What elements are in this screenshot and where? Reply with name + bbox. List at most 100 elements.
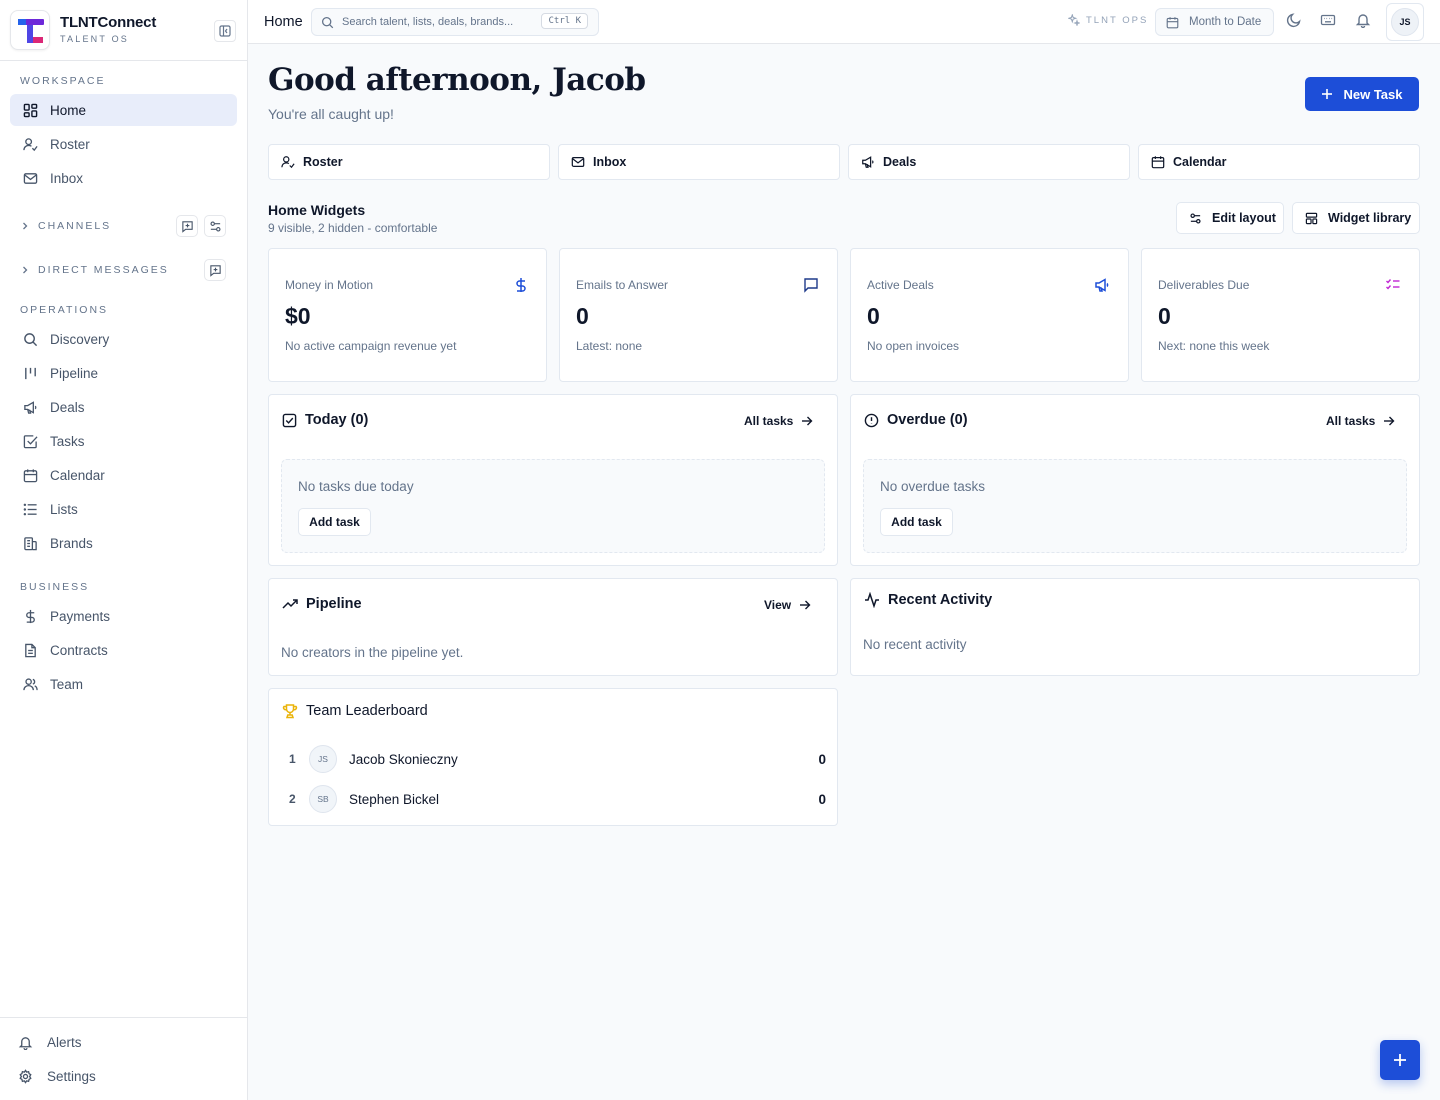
widget-library-label: Widget library <box>1328 211 1412 225</box>
list-icon <box>10 502 50 517</box>
overdue-tasks-widget: Overdue (0) All tasks No overdue tasks A… <box>850 394 1420 566</box>
brand-header: TLNTConnect TALENT OS <box>0 0 247 61</box>
sidebar-item-home[interactable]: Home <box>10 94 237 126</box>
quick-link-inbox[interactable]: Inbox <box>558 144 840 180</box>
add-task-button[interactable]: Add task <box>298 508 371 536</box>
search-input[interactable] <box>342 16 542 28</box>
recent-activity-title: Recent Activity <box>888 592 993 608</box>
calendar-icon <box>1151 156 1165 169</box>
recent-activity-header: Recent Activity <box>864 592 992 608</box>
sidebar-item-label: Deals <box>50 399 85 415</box>
stat-value: 0 <box>1158 303 1171 329</box>
sidebar-item-label: Home <box>50 102 87 118</box>
sidebar-item-label: Calendar <box>50 467 105 483</box>
edit-layout-label: Edit layout <box>1212 211 1276 225</box>
overdue-tasks-header: Overdue (0) <box>864 412 968 428</box>
stat-card-active-deals[interactable]: Active Deals 0 No open invoices <box>850 248 1129 382</box>
add-task-button[interactable]: Add task <box>880 508 953 536</box>
checkbox-icon <box>282 413 297 427</box>
global-search[interactable]: Ctrl K <box>311 8 599 36</box>
widget-library-button[interactable]: Widget library <box>1292 202 1420 234</box>
app-name: TLNTConnect <box>60 14 157 31</box>
sidebar-item-pipeline[interactable]: Pipeline <box>10 357 237 389</box>
dollar-icon <box>10 609 50 624</box>
empty-message: No overdue tasks <box>880 479 986 494</box>
search-icon <box>312 16 342 29</box>
stat-card-money-in-motion[interactable]: Money in Motion $0 No active campaign re… <box>268 248 547 382</box>
ops-indicator[interactable]: TLNT OPS <box>1068 14 1148 26</box>
sidebar-item-alerts[interactable]: Alerts <box>18 1035 82 1050</box>
new-direct-message-button[interactable] <box>204 259 226 281</box>
document-icon <box>10 643 50 658</box>
overdue-all-tasks-link[interactable]: All tasks <box>1326 414 1395 428</box>
sidebar-item-label: Settings <box>47 1069 96 1084</box>
stat-card-deliverables-due[interactable]: Deliverables Due 0 Next: none this week <box>1141 248 1420 382</box>
notifications-button[interactable] <box>1355 12 1371 28</box>
quick-link-deals[interactable]: Deals <box>848 144 1130 180</box>
stat-card-emails-to-answer[interactable]: Emails to Answer 0 Latest: none <box>559 248 838 382</box>
sidebar-toggle-icon <box>219 25 231 37</box>
calendar-icon <box>1166 16 1179 28</box>
alert-circle-icon <box>864 413 879 427</box>
mail-icon <box>571 157 585 167</box>
direct-messages-section-label: DIRECT MESSAGES <box>38 264 169 276</box>
sidebar-item-team[interactable]: Team <box>10 668 237 700</box>
sidebar-item-discovery[interactable]: Discovery <box>10 323 237 355</box>
quick-link-roster[interactable]: Roster <box>268 144 550 180</box>
widgets-title: Home Widgets <box>268 202 366 218</box>
channels-toggle[interactable]: CHANNELS <box>20 220 111 232</box>
sidebar-item-roster[interactable]: Roster <box>10 128 237 160</box>
dollar-icon <box>514 277 528 293</box>
leaderboard-score: 0 <box>818 791 826 807</box>
sidebar-item-tasks[interactable]: Tasks <box>10 425 237 457</box>
app-tagline: TALENT OS <box>60 34 129 44</box>
channel-settings-button[interactable] <box>204 215 226 237</box>
sidebar: TLNTConnect TALENT OS WORKSPACE Home Ros… <box>0 0 248 1100</box>
keyboard-shortcuts-button[interactable] <box>1320 12 1336 28</box>
direct-messages-toggle[interactable]: DIRECT MESSAGES <box>20 264 169 276</box>
collapse-sidebar-button[interactable] <box>214 20 236 42</box>
search-shortcut-hint: Ctrl K <box>541 13 588 29</box>
sidebar-item-inbox[interactable]: Inbox <box>10 162 237 194</box>
date-range-label: Month to Date <box>1189 16 1262 28</box>
sidebar-item-lists[interactable]: Lists <box>10 493 237 525</box>
sidebar-item-calendar[interactable]: Calendar <box>10 459 237 491</box>
leaderboard-score: 0 <box>818 751 826 767</box>
trophy-icon <box>282 704 298 719</box>
user-menu-button[interactable]: JS <box>1386 3 1424 41</box>
new-task-button[interactable]: New Task <box>1305 77 1419 111</box>
today-empty-state: No tasks due today Add task <box>281 459 825 553</box>
date-range-selector[interactable]: Month to Date <box>1155 8 1274 36</box>
edit-layout-button[interactable]: Edit layout <box>1176 202 1284 234</box>
app-logo[interactable] <box>10 10 50 50</box>
gear-icon <box>19 1069 32 1084</box>
bell-icon <box>1355 14 1371 28</box>
layout-icon <box>1305 212 1318 224</box>
sidebar-item-contracts[interactable]: Contracts <box>10 634 237 666</box>
quick-link-calendar[interactable]: Calendar <box>1138 144 1420 180</box>
sidebar-item-deals[interactable]: Deals <box>10 391 237 423</box>
pipeline-view-link[interactable]: View <box>764 598 811 612</box>
sliders-icon <box>1190 212 1201 224</box>
floating-add-button[interactable] <box>1380 1040 1420 1080</box>
arrow-right-icon <box>800 600 811 610</box>
ops-label: TLNT OPS <box>1086 14 1149 26</box>
sidebar-footer: Alerts Settings <box>0 1017 247 1100</box>
arrow-right-icon <box>802 416 813 426</box>
theme-toggle-button[interactable] <box>1286 12 1302 28</box>
breadcrumb[interactable]: Home <box>264 14 303 30</box>
empty-message: No tasks due today <box>298 479 414 494</box>
sidebar-item-payments[interactable]: Payments <box>10 600 237 632</box>
sidebar-item-label: Brands <box>50 535 93 551</box>
sidebar-item-label: Roster <box>50 136 90 152</box>
stat-value: $0 <box>285 303 311 329</box>
leaderboard-row[interactable]: 2 SB Stephen Bickel 0 <box>289 785 826 813</box>
sidebar-item-brands[interactable]: Brands <box>10 527 237 559</box>
new-channel-button[interactable] <box>176 215 198 237</box>
leaderboard-row[interactable]: 1 JS Jacob Skonieczny 0 <box>289 745 826 773</box>
plus-icon <box>1322 89 1333 99</box>
sidebar-item-settings[interactable]: Settings <box>18 1069 96 1084</box>
sidebar-item-label: Team <box>50 676 84 692</box>
today-all-tasks-link[interactable]: All tasks <box>744 414 813 428</box>
keyboard-icon <box>1320 14 1336 26</box>
